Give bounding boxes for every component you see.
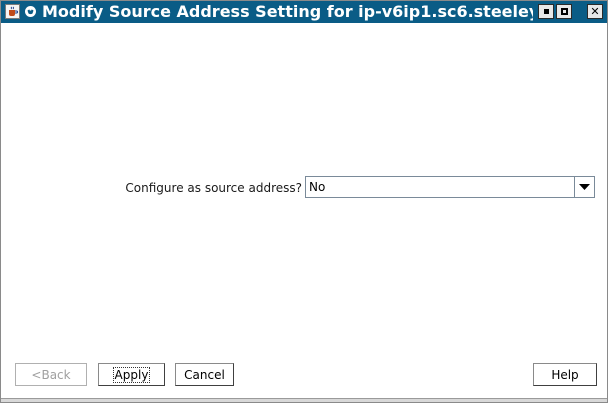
window-bottom-edge [1, 398, 607, 402]
maximize-icon [560, 8, 568, 15]
help-button-label: Help [551, 367, 579, 382]
cancel-button[interactable]: Cancel [175, 363, 234, 386]
maximize-button[interactable] [556, 4, 572, 19]
source-address-select[interactable]: No [305, 176, 595, 198]
title-bar[interactable]: Modify Source Address Setting for ip-v6i… [1, 1, 607, 23]
dropdown-arrow-button[interactable] [574, 177, 594, 197]
help-button[interactable]: Help [533, 363, 597, 386]
dialog-content: Configure as source address? No <Back Ap… [2, 23, 606, 400]
back-button-label: <Back [31, 367, 71, 382]
chevron-down-icon [579, 183, 590, 190]
minimize-icon [543, 9, 549, 14]
source-address-value: No [309, 180, 326, 194]
apply-button-label: Apply [112, 366, 151, 383]
source-address-label: Configure as source address? [125, 181, 302, 195]
back-button[interactable]: <Back [15, 363, 87, 386]
minimize-button[interactable] [538, 4, 554, 19]
window-menu-icon[interactable] [23, 4, 38, 19]
window-title: Modify Source Address Setting for ip-v6i… [42, 2, 533, 21]
close-button[interactable]: ✕ [587, 4, 603, 19]
dialog-window: Modify Source Address Setting for ip-v6i… [0, 0, 608, 403]
java-cup-icon [5, 4, 20, 19]
close-icon: ✕ [590, 5, 600, 18]
cancel-button-label: Cancel [184, 367, 225, 382]
apply-button[interactable]: Apply [98, 363, 165, 386]
